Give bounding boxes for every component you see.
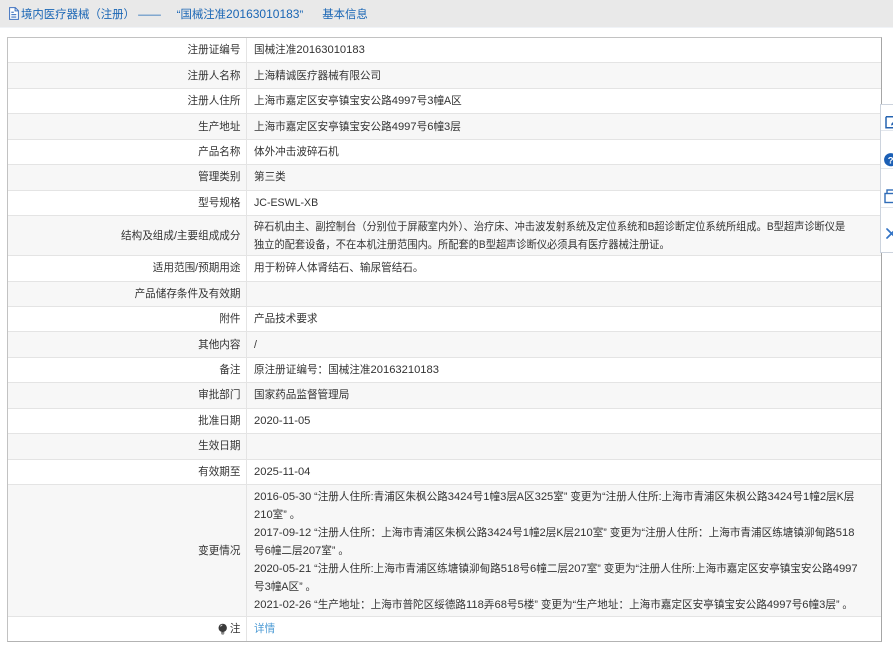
svg-text:?: ? [888, 155, 893, 166]
